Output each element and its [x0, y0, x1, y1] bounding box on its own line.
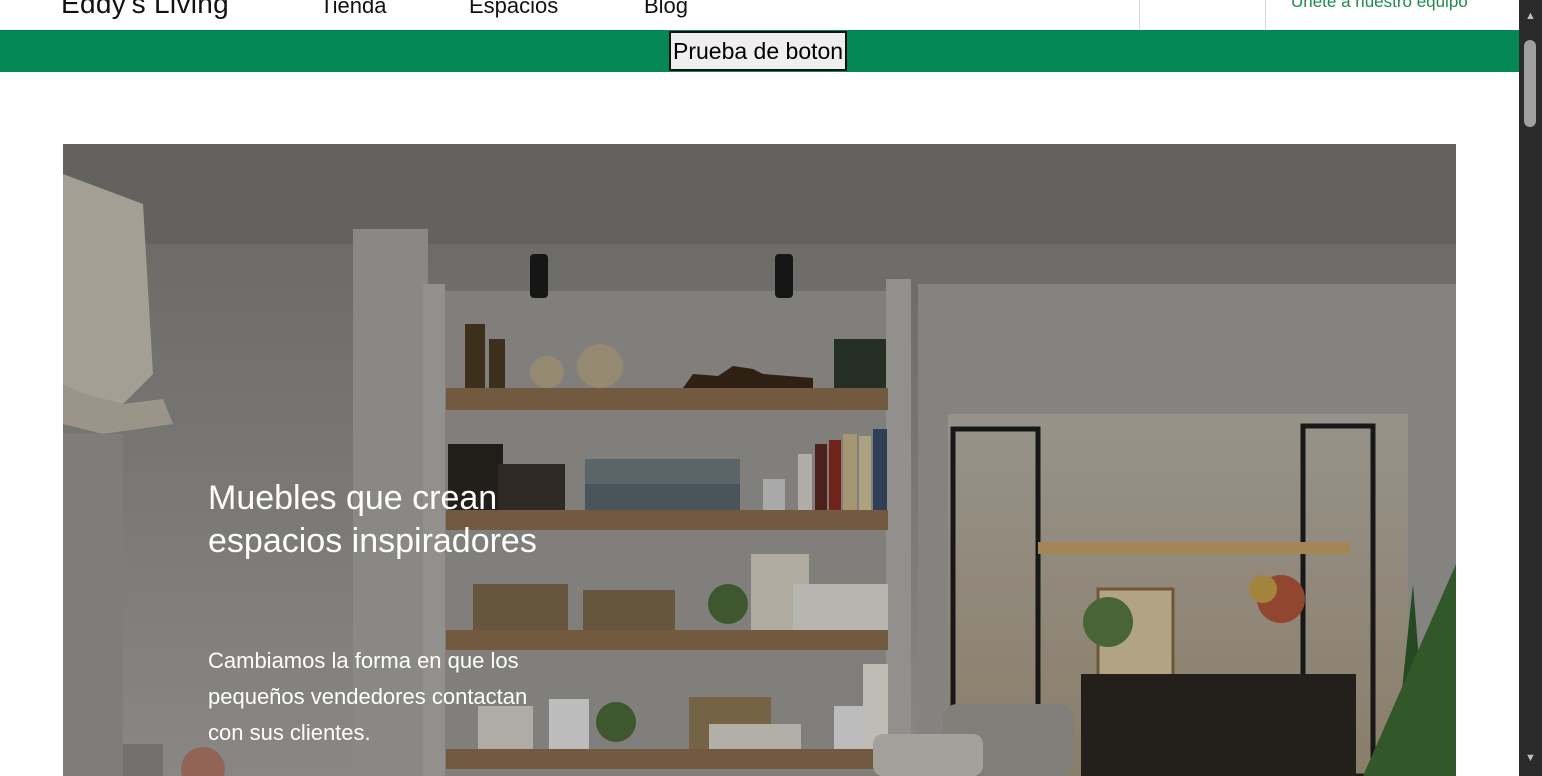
green-banner: Prueba de boton: [0, 30, 1519, 72]
hero-description: Cambiamos la forma en que los pequeños v…: [208, 648, 528, 745]
header-divider: [1139, 0, 1140, 30]
hero-title: Muebles que crean espacios inspiradores: [208, 479, 537, 560]
page: Eddy's Living Tienda Espacios Blog Únete…: [0, 0, 1519, 776]
test-button[interactable]: Prueba de boton: [669, 31, 848, 71]
hero-section: Muebles que crean espacios inspiradores …: [63, 144, 1456, 776]
scroll-down-icon[interactable]: ▼: [1519, 750, 1542, 767]
header-divider: [1265, 0, 1266, 30]
brand-logo[interactable]: Eddy's Living: [61, 0, 229, 20]
scroll-up-icon[interactable]: ▲: [1519, 8, 1542, 25]
join-team-link[interactable]: Únete a nuestro equipo: [1291, 0, 1468, 12]
page-scrollbar[interactable]: ▲ ▼: [1519, 0, 1542, 776]
site-header: Eddy's Living Tienda Espacios Blog Únete…: [0, 0, 1519, 30]
nav-link-espacios[interactable]: Espacios: [469, 0, 558, 19]
nav-link-tienda[interactable]: Tienda: [320, 0, 386, 19]
scroll-thumb[interactable]: [1524, 40, 1536, 127]
nav-link-blog[interactable]: Blog: [644, 0, 688, 19]
